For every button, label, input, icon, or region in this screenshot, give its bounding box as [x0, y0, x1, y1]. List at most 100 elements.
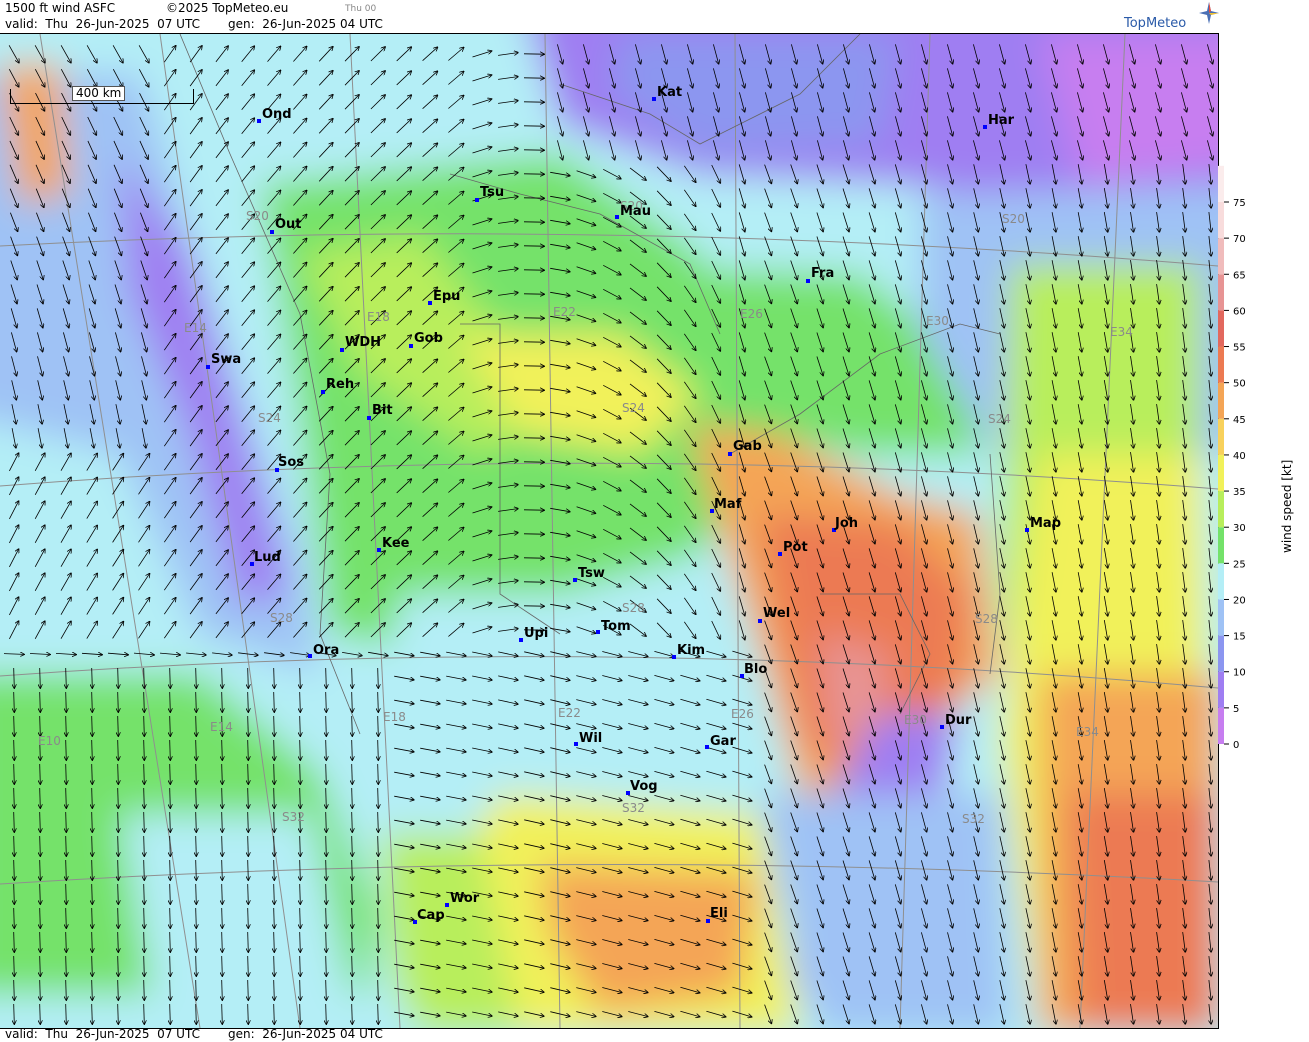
grid-label: S24 [622, 401, 645, 415]
city-marker[interactable]: Dur [940, 713, 972, 729]
city-label: Reh [326, 377, 354, 392]
topmeteo-logo[interactable]: TopMeteo [1124, 16, 1186, 31]
city-label: Blo [744, 662, 767, 677]
city-marker[interactable]: Gob [409, 331, 443, 348]
city-marker[interactable]: Har [983, 113, 1015, 129]
city-label: Eli [710, 906, 728, 921]
map-title: 1500 ft wind ASFC [5, 1, 116, 15]
city-label: Out [275, 217, 302, 232]
city-label: Kee [382, 536, 410, 551]
grid-label: S28 [270, 611, 293, 625]
grid-label: S24 [258, 411, 281, 425]
grid-label: E34 [1110, 325, 1133, 339]
legend-swatch [1218, 491, 1224, 528]
grid-label: S32 [622, 801, 645, 815]
city-marker[interactable]: Ora [308, 643, 339, 658]
city-marker[interactable]: Vog [626, 779, 658, 795]
city-marker[interactable]: Cap [413, 908, 445, 924]
city-marker[interactable]: Map [1025, 516, 1061, 532]
city-label: Gab [733, 439, 762, 454]
city-label: Gob [414, 331, 443, 346]
city-label: Gar [710, 734, 736, 749]
city-marker[interactable]: Tom [596, 619, 631, 634]
legend-swatch [1218, 418, 1224, 455]
city-marker[interactable]: Lud [250, 550, 281, 566]
city-marker[interactable]: Pot [778, 540, 808, 556]
city-marker[interactable]: WDH [340, 335, 381, 352]
footer-generated-time: gen: 26-Jun-2025 04 UTC [228, 1027, 383, 1041]
legend-swatch [1218, 346, 1224, 383]
valid-time: valid: Thu 26-Jun-2025 07 UTC [5, 17, 200, 31]
city-marker[interactable]: Kee [377, 536, 410, 552]
city-marker[interactable]: Swa [206, 352, 241, 369]
city-marker[interactable]: Mau [615, 204, 651, 219]
legend-tick-label: 25 [1233, 559, 1246, 570]
city-marker[interactable]: Joh [832, 516, 858, 532]
city-marker[interactable]: Blo [740, 662, 767, 678]
city-marker[interactable]: Out [270, 217, 302, 234]
wind-map[interactable]: S20 S20 S20 E14 E18 E22 E26 E30 E34 S24 … [0, 33, 1219, 1029]
legend-swatch [1218, 671, 1224, 708]
city-marker[interactable]: Epu [428, 289, 460, 305]
legend-swatch [1218, 310, 1224, 347]
city-marker[interactable]: Gab [728, 439, 762, 456]
legend-tick-label: 45 [1233, 415, 1246, 426]
city-label: Tsw [578, 566, 605, 581]
city-marker[interactable]: Wil [574, 731, 602, 746]
city-marker[interactable]: Tsw [573, 566, 605, 582]
legend-tick-label: 55 [1233, 343, 1246, 354]
city-label: Kat [657, 85, 682, 100]
city-marker[interactable]: Fra [806, 266, 834, 283]
city-label: Kim [677, 643, 705, 658]
city-marker[interactable]: Wel [758, 606, 790, 623]
legend-swatch [1218, 635, 1224, 672]
city-label: Pot [783, 540, 808, 555]
city-marker[interactable]: Eli [706, 906, 728, 923]
city-label: Wor [450, 891, 480, 906]
legend-tick-label: 35 [1233, 487, 1246, 498]
grid-label: S24 [988, 412, 1011, 426]
grid-label: E22 [558, 706, 581, 720]
city-marker[interactable]: Kim [672, 643, 705, 659]
legend-swatch [1218, 454, 1224, 492]
legend-tick-label: 30 [1233, 523, 1246, 534]
legend-swatch [1218, 563, 1224, 600]
legend-tick-label: 15 [1233, 632, 1246, 643]
city-marker[interactable]: Upi [519, 626, 548, 642]
city-label: Ond [262, 107, 292, 122]
legend-tick-label: 20 [1233, 595, 1246, 606]
grid-label: S20 [246, 209, 269, 223]
grid-label: E26 [740, 307, 763, 321]
legend-tick-label: 0 [1233, 740, 1239, 751]
legend-tick-label: 5 [1233, 704, 1239, 715]
generated-time: gen: 26-Jun-2025 04 UTC [228, 17, 383, 31]
city-marker[interactable]: Kat [652, 85, 682, 101]
legend-tick-label: 40 [1233, 451, 1246, 462]
city-label: Har [988, 113, 1015, 128]
city-marker[interactable]: Sos [275, 455, 304, 472]
grid-label: E14 [184, 321, 207, 335]
day-code: Thu 00 [345, 4, 377, 14]
legend-swatch [1218, 238, 1224, 275]
city-label: Mau [620, 204, 651, 219]
city-marker[interactable]: Wor [445, 891, 480, 907]
legend-swatches [1218, 165, 1224, 744]
compass-star-icon [1199, 2, 1219, 24]
city-marker[interactable]: Reh [321, 377, 354, 394]
copyright: ©2025 TopMeteo.eu [166, 1, 289, 15]
city-marker[interactable]: Gar [705, 734, 736, 749]
legend-ticks: 0 5 10 15 20 25 30 35 40 45 50 55 60 65 70 75 [1224, 198, 1246, 751]
legend-swatch [1218, 382, 1224, 419]
grid-label: S28 [622, 601, 645, 615]
city-marker[interactable]: Ond [257, 107, 292, 123]
legend-swatch [1218, 527, 1224, 564]
city-label: Maf [714, 497, 742, 512]
city-label: Cap [417, 908, 445, 923]
legend-title: wind speed [kt] [1280, 460, 1294, 553]
wind-speed-legend: 0 5 10 15 20 25 30 35 40 45 50 55 60 65 70 75 wind spee… [1218, 165, 1294, 751]
grid-label: E10 [38, 734, 61, 748]
legend-tick-label: 65 [1233, 270, 1246, 281]
city-marker[interactable]: Tsu [475, 185, 504, 202]
city-marker[interactable]: Maf [710, 497, 742, 513]
legend-tick-label: 75 [1233, 198, 1246, 209]
